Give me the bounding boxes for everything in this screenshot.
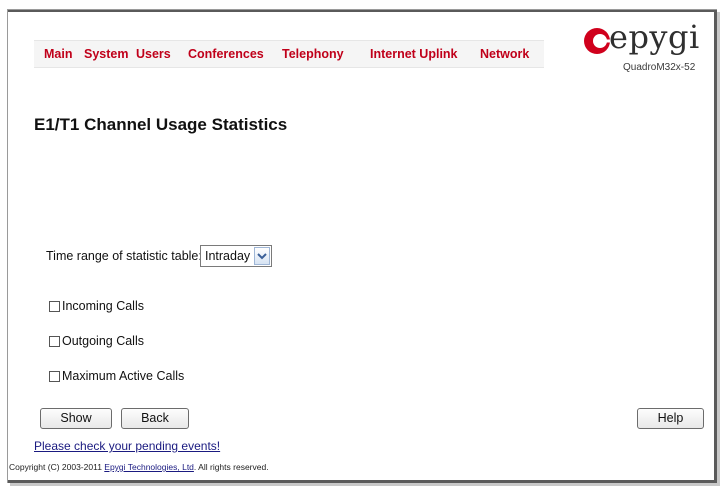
device-model: QuadroM32x-52 [623,62,696,73]
incoming-calls-checkbox[interactable] [49,301,60,312]
frame-right-border [714,10,717,482]
pending-events-link[interactable]: Please check your pending events! [34,439,220,453]
menu-item-main[interactable]: Main [44,41,72,67]
back-button[interactable]: Back [121,408,189,429]
menu-item-internet-uplink[interactable]: Internet Uplink [370,41,458,67]
frame-bottom-border [8,480,717,483]
menu-item-network[interactable]: Network [480,41,529,67]
incoming-calls-label: Incoming Calls [62,299,144,313]
copyright-text: Copyright (C) 2003-2011 Epygi Technologi… [9,462,269,472]
menu-item-conferences[interactable]: Conferences [188,41,264,67]
chevron-down-icon [257,253,267,260]
menu-item-system[interactable]: System [84,41,128,67]
frame-top-border [8,10,714,12]
copyright-suffix: . All rights reserved. [193,462,269,472]
time-range-label: Time range of statistic table: [46,249,202,263]
outgoing-calls-checkbox[interactable] [49,336,60,347]
menu-item-telephony[interactable]: Telephony [282,41,344,67]
company-link[interactable]: Epygi Technologies, Ltd [104,462,194,472]
page-title: E1/T1 Channel Usage Statistics [34,115,288,134]
help-button[interactable]: Help [637,408,704,429]
maximum-active-calls-label: Maximum Active Calls [62,369,185,383]
main-menu-bar: Main System Users Conferences Telephony … [34,40,544,68]
copyright-prefix: Copyright (C) 2003-2011 [9,462,105,472]
maximum-active-calls-checkbox[interactable] [49,371,60,382]
menu-item-users[interactable]: Users [136,41,171,67]
epygi-logo: epygi QuadroM32x-52 [583,18,703,80]
time-range-select[interactable]: Intraday [200,245,272,267]
outgoing-calls-label: Outgoing Calls [62,334,144,348]
time-range-value: Intraday [205,249,251,263]
logo-text: epygi [609,18,700,56]
page-frame [7,9,717,483]
select-dropdown-button[interactable] [254,247,270,265]
show-button[interactable]: Show [40,408,112,429]
